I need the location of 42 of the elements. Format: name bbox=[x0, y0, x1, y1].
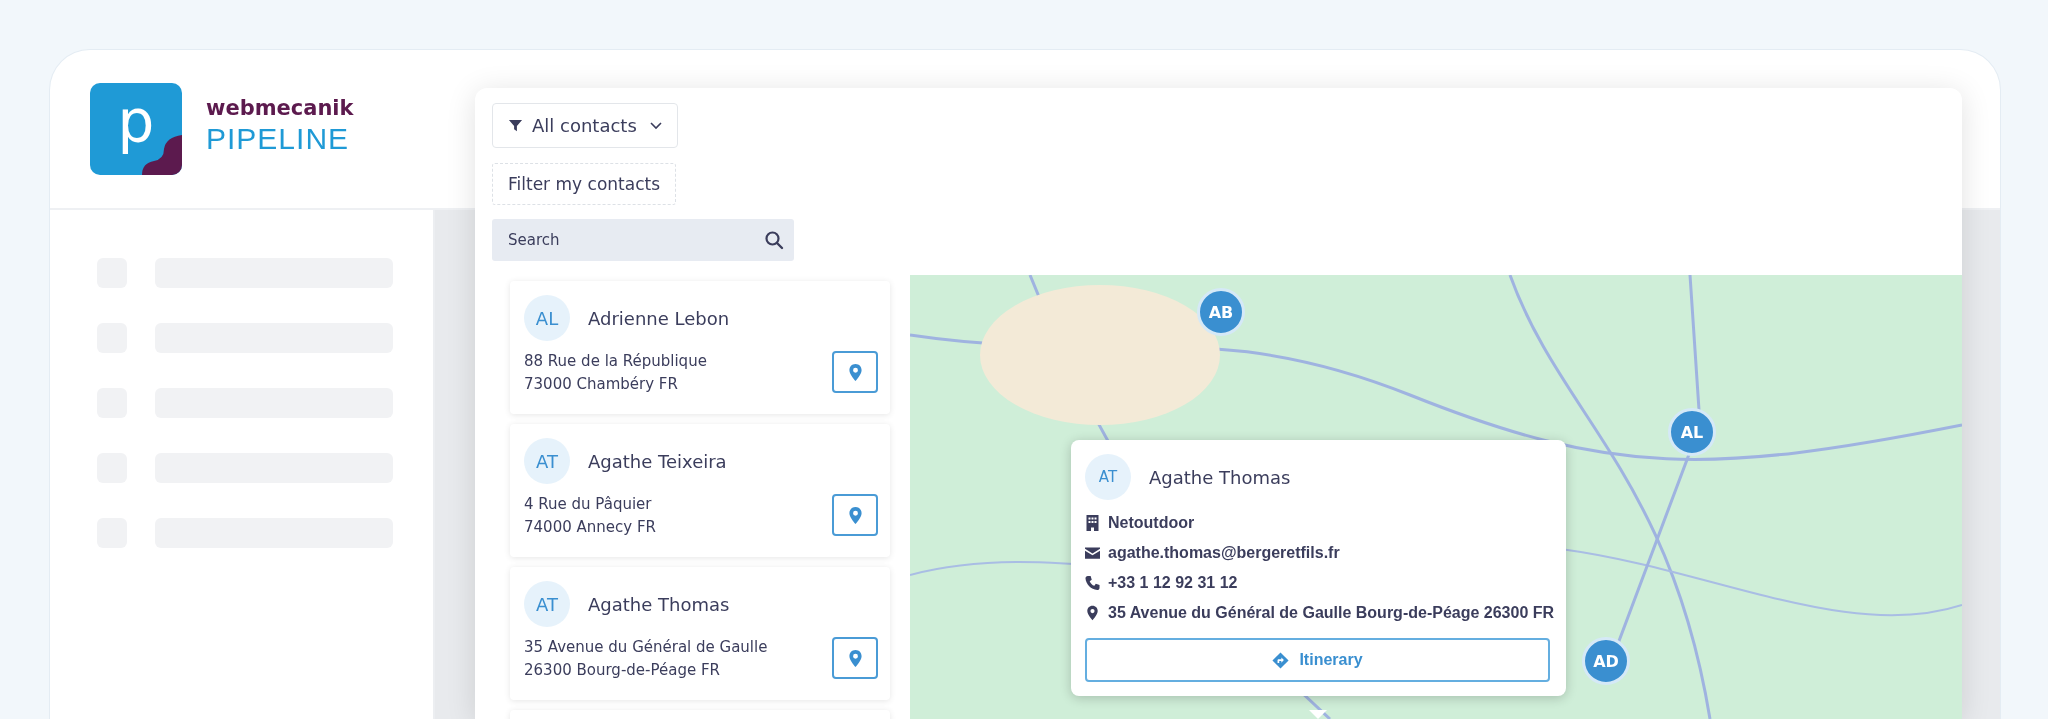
building-icon bbox=[1085, 515, 1100, 531]
company-name: webmecanik bbox=[206, 96, 354, 120]
company-text: Netoutdoor bbox=[1108, 514, 1195, 532]
map-pin-icon bbox=[847, 505, 863, 525]
logo-icon: p bbox=[90, 83, 182, 175]
search-icon bbox=[764, 230, 784, 250]
popup-pointer bbox=[1309, 710, 1327, 719]
map-pin-icon bbox=[847, 362, 863, 382]
contact-card[interactable]: AT Agathe Thomas 35 Avenue du Général de Gaulle 26300 Bourg-de-Péage FR bbox=[510, 567, 890, 700]
envelope-icon bbox=[1085, 545, 1100, 561]
contact-name: Agathe Thomas bbox=[1149, 466, 1291, 488]
address-line: 4 Rue du Pâquier bbox=[524, 494, 653, 513]
contact-name: Adrienne Lebon bbox=[588, 307, 730, 329]
avatar-initials: AL bbox=[524, 295, 570, 341]
avatar-initials: AT bbox=[524, 438, 570, 484]
phone-icon bbox=[1085, 575, 1100, 591]
contact-card[interactable]: AT Agathe Teixeira 4 Rue du Pâquier 74000 Annecy FR bbox=[510, 424, 890, 557]
map-pin-icon bbox=[1085, 605, 1100, 621]
address-text: 35 Avenue du Général de Gaulle Bourg-de-Péage 26300 FR bbox=[1108, 604, 1555, 622]
contact-name: Agathe Teixeira bbox=[588, 450, 727, 472]
address-line: 73000 Chambéry FR bbox=[524, 374, 679, 393]
locate-button[interactable] bbox=[832, 494, 878, 536]
address-line: 74000 Annecy FR bbox=[524, 517, 656, 536]
address-line: 88 Rue de la République bbox=[524, 351, 707, 370]
contact-card[interactable]: AL Adrienne Lebon 88 Rue de la République 73000 Chambéry FR bbox=[510, 281, 890, 414]
phone-text: +33 1 12 92 31 12 bbox=[1108, 574, 1238, 592]
directions-icon bbox=[1272, 651, 1290, 669]
avatar-initials: AT bbox=[1085, 454, 1131, 500]
locate-button[interactable] bbox=[832, 351, 878, 393]
contact-name: Agathe Thomas bbox=[588, 593, 730, 615]
product-name: PIPELINE bbox=[206, 122, 351, 156]
address-line: 35 Avenue du Général de Gaulle bbox=[524, 637, 768, 656]
chevron-down-icon bbox=[649, 121, 662, 130]
email-text: agathe.thomas@bergeretfils.fr bbox=[1108, 544, 1340, 562]
filter-icon bbox=[508, 118, 523, 133]
address-line: 26300 Bourg-de-Péage FR bbox=[524, 660, 721, 679]
avatar-initials: AT bbox=[524, 581, 570, 627]
locate-button[interactable] bbox=[832, 637, 878, 679]
filter-button[interactable]: Filter my contacts bbox=[492, 163, 676, 205]
filter-dropdown[interactable]: All contacts bbox=[492, 103, 678, 148]
map-pin-icon bbox=[847, 648, 863, 668]
search-field[interactable]: Search bbox=[492, 219, 794, 261]
